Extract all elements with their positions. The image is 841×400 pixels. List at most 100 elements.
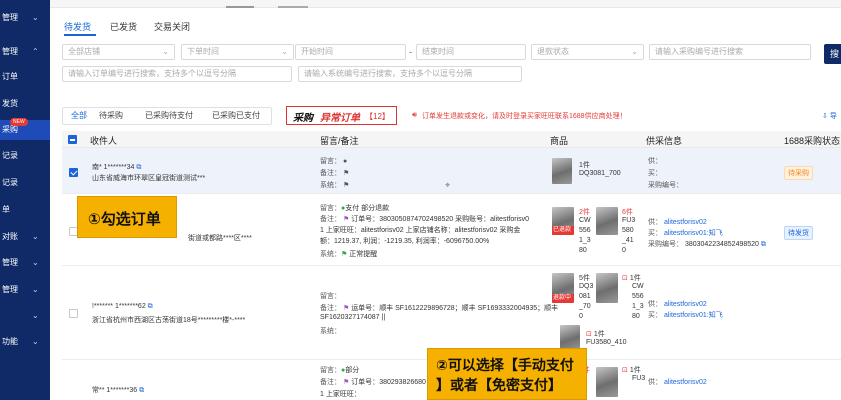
sidebar-item-1[interactable]: 管理 ⌄ xyxy=(0,8,50,28)
shop-select[interactable]: 全部店铺 ⌄ xyxy=(62,44,175,60)
buyer-label: 买： xyxy=(648,170,662,177)
refunding-badge: 退款中 xyxy=(552,294,574,303)
note-prefix: 订单号： xyxy=(351,216,380,223)
col-recipient: 收件人 xyxy=(90,136,118,146)
copy-icon[interactable]: ⧉ xyxy=(148,303,153,310)
message-label: 留言： xyxy=(320,293,341,300)
table-row[interactable]: 街道或都路****区**** 留言：●支付 部分退款 备注： ⚑ 订单号：380… xyxy=(62,195,841,266)
item-code-2: 556 xyxy=(579,227,591,234)
sidebar-item-functions[interactable]: 功能 ⌄ xyxy=(0,332,50,352)
flag-icon: ⚑ xyxy=(342,305,350,312)
product-thumbnail[interactable] xyxy=(596,207,618,235)
buyer-link[interactable]: alitestforisv01:知飞 xyxy=(664,312,723,319)
seg-purchased-paid[interactable]: 已采购已支付 xyxy=(212,108,260,124)
shop-select-value: 全部店铺 xyxy=(68,47,100,56)
sidebar-item-records-1[interactable]: 记录 xyxy=(0,146,50,166)
gift-icon: ⊡ xyxy=(622,367,628,374)
abnormal-count: 【12】 xyxy=(365,112,390,121)
tab-pending-ship[interactable]: 待发货 xyxy=(64,20,91,33)
flag-icon: ⚑ xyxy=(342,379,350,386)
search-button[interactable]: 搜 xyxy=(824,44,841,64)
refunded-badge: 已退款 xyxy=(552,226,574,235)
item-qty: 6件 xyxy=(622,209,633,216)
sidebar-item-label: 采购 xyxy=(2,125,18,134)
system-label-text: 系统： xyxy=(320,182,341,189)
callout-payment-line-1: ②可以选择【手动支付 xyxy=(436,357,574,373)
mouse-cursor-icon: ⌖ xyxy=(445,180,451,190)
system-no-input[interactable]: 请输入系统编号进行搜索，支持多个以逗号分隔 xyxy=(298,66,522,82)
sidebar-item-2[interactable]: 管理 ⌃ xyxy=(0,42,50,62)
end-time-input[interactable]: 结束时间 xyxy=(416,44,526,60)
seg-to-purchase[interactable]: 待采购 xyxy=(99,108,123,124)
table-header: 收件人 留言/备注 商品 供采信息 1688采购状态 xyxy=(62,131,841,148)
message-label-text: 留言： xyxy=(320,205,341,212)
copy-icon[interactable]: ⧉ xyxy=(761,241,766,248)
order-time-select[interactable]: 下单时间 ⌄ xyxy=(181,44,294,60)
product-thumbnail[interactable]: 已退款 xyxy=(552,207,574,235)
item-qty-text: 1件 xyxy=(629,367,641,374)
copy-icon[interactable]: ⧉ xyxy=(136,164,141,171)
gift-icon: ⊡ xyxy=(586,331,592,338)
table-row[interactable]: !******* 1*******62 ⧉ 浙江省杭州市西湖区古荡街道18号**… xyxy=(62,267,841,360)
flag-icon: ⚑ xyxy=(342,216,350,223)
note-body-1: 380293826680 xyxy=(379,379,426,386)
supplier: 供： alitestforisv02 xyxy=(648,299,707,309)
product-thumbnail[interactable] xyxy=(596,273,618,303)
sidebar-item-manage-3[interactable]: 管理 ⌄ xyxy=(0,253,50,273)
chevron-icon: ⌄ xyxy=(32,337,39,346)
sidebar-item-bill[interactable]: 单 xyxy=(0,200,50,220)
recipient-name-text: 常** 1*******36 xyxy=(92,387,138,394)
seg-purchased-unpaid[interactable]: 已采购待支付 xyxy=(145,108,193,124)
chevron-icon: ⌄ xyxy=(32,13,39,22)
callout-select-order: ①勾选订单 xyxy=(77,196,177,238)
seg-all[interactable]: 全部 xyxy=(71,108,87,124)
chevron-down-icon: ⌄ xyxy=(631,47,638,56)
po-value: 3803042234852498520 xyxy=(684,241,759,248)
buyer-link[interactable]: alitestforisv01:知飞 xyxy=(664,230,723,237)
product-thumbnail[interactable]: 退款中 xyxy=(552,273,574,303)
sidebar-item-orders[interactable]: 订单 xyxy=(0,67,50,87)
order-no-input[interactable]: 请输入订单编号进行搜索，支持多个以逗号分隔 xyxy=(62,66,292,82)
note-body-2: SF1620327174087 || xyxy=(320,314,386,321)
start-time-input[interactable]: 开始时间 xyxy=(295,44,406,60)
recipient-address: 山东省威海市环翠区皇冠街道测试*** xyxy=(92,175,206,182)
item-code-1: DQ3 xyxy=(579,283,594,290)
table-row[interactable]: 南* 1*******34 ⧉ 山东省威海市环翠区皇冠街道测试*** 留言： ●… xyxy=(62,148,841,194)
purchase-no-input[interactable]: 请输入采购编号进行搜索 xyxy=(649,44,811,60)
tab-shipped[interactable]: 已发货 xyxy=(110,20,137,33)
supplier-link[interactable]: alitestforisv02 xyxy=(664,379,707,386)
row-checkbox[interactable] xyxy=(69,168,78,177)
row-checkbox[interactable] xyxy=(69,309,78,318)
col-product: 商品 xyxy=(550,136,569,146)
supplier-link[interactable]: alitestforisv02 xyxy=(664,219,707,226)
system-no-placeholder: 请输入系统编号进行搜索，支持多个以逗号分隔 xyxy=(304,69,472,78)
product-thumbnail[interactable] xyxy=(596,367,618,397)
start-time-placeholder: 开始时间 xyxy=(301,47,333,56)
copy-icon[interactable]: ⧉ xyxy=(139,387,144,394)
sidebar-item-blank[interactable]: ⌄ xyxy=(0,306,50,326)
note-body-1: 3803050874702498520 采购账号：alitestforisv0 xyxy=(379,216,530,223)
sidebar-item-label: 对账 xyxy=(2,232,18,241)
item-code-2: 081 xyxy=(579,293,591,300)
item-code-3: _41 xyxy=(622,237,634,244)
sidebar-item-reconcile[interactable]: 对账 ⌄ xyxy=(0,227,50,247)
sidebar-item-manage-4[interactable]: 管理 ⌄ xyxy=(0,280,50,300)
export-link[interactable]: ⇩ 导 xyxy=(822,111,837,121)
note-label-text: 备注： xyxy=(320,305,341,312)
refund-status-select[interactable]: 退款状态 ⌄ xyxy=(531,44,644,60)
order-no-placeholder: 请输入订单编号进行搜索，支持多个以逗号分隔 xyxy=(68,69,236,78)
recipient-address: 街道或都路****区**** xyxy=(188,235,252,242)
select-all-checkbox[interactable] xyxy=(68,135,77,144)
sidebar-item-shipping[interactable]: 发货 xyxy=(0,94,50,114)
tab-closed[interactable]: 交易关闭 xyxy=(154,20,190,33)
abnormal-title-a: 采购 xyxy=(293,113,313,124)
supplier-link[interactable]: alitestforisv02 xyxy=(664,301,707,308)
sidebar-item-records-2[interactable]: 记录 xyxy=(0,173,50,193)
product-thumbnail[interactable] xyxy=(552,158,572,184)
note-line-1: 备注： ⚑ 运单号：顺丰 SF1612229896728；顺丰 SF169333… xyxy=(320,303,558,313)
chat-icon: ● xyxy=(342,158,348,165)
abnormal-orders-button[interactable]: 采购 异常订单 【12】 xyxy=(286,106,397,125)
buyer-label: 买： xyxy=(648,230,662,237)
item-qty: ⊡ 1件 xyxy=(622,273,641,283)
item-code-1: CW xyxy=(579,217,591,224)
